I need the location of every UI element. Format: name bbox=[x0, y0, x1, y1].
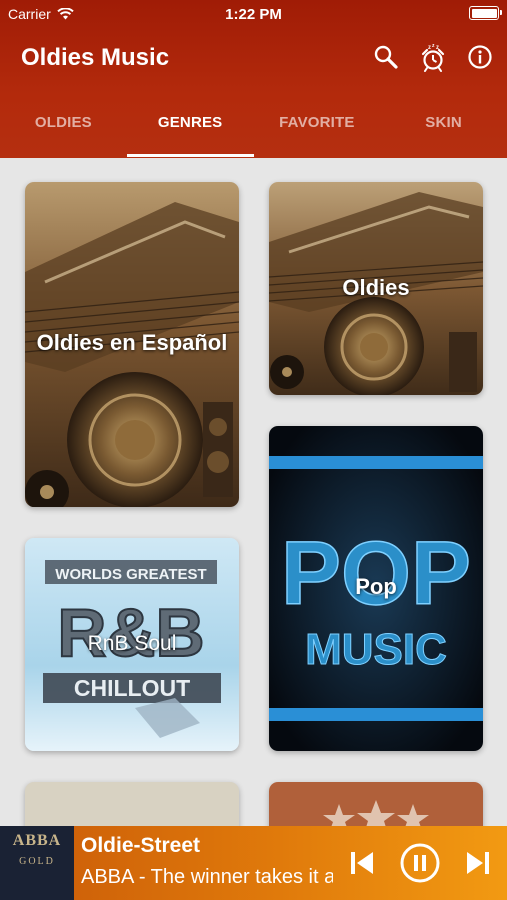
svg-text:z: z bbox=[428, 45, 431, 51]
info-button[interactable] bbox=[465, 42, 495, 72]
album-art-subtitle: GOLD bbox=[19, 856, 55, 867]
genre-card-oldies[interactable]: Oldies bbox=[269, 182, 483, 395]
app-header: Carrier 1:22 PM Oldies Music z z z OLDIE… bbox=[0, 0, 507, 158]
svg-text:z: z bbox=[432, 43, 435, 49]
search-icon bbox=[374, 45, 398, 69]
track-subtitle: ABBA - The winner takes it all bbox=[81, 866, 333, 888]
next-icon bbox=[467, 852, 489, 874]
next-button[interactable] bbox=[456, 841, 500, 885]
genre-label: RnB Soul bbox=[87, 632, 177, 655]
tab-oldies[interactable]: OLDIES bbox=[0, 100, 127, 158]
tab-bar: OLDIES GENRES FAVORITE SKIN bbox=[0, 100, 507, 158]
pause-icon bbox=[400, 843, 440, 883]
status-bar: Carrier 1:22 PM bbox=[0, 0, 507, 28]
app-screen: Carrier 1:22 PM Oldies Music z z z OLDIE… bbox=[0, 0, 507, 900]
art-text-line: WORLDS GREATEST bbox=[55, 566, 206, 583]
tab-skin[interactable]: SKIN bbox=[380, 100, 507, 158]
genre-label: Oldies en Español bbox=[36, 330, 228, 355]
genre-label: Oldies bbox=[342, 275, 410, 300]
search-button[interactable] bbox=[371, 42, 401, 72]
previous-icon bbox=[351, 852, 373, 874]
mini-player[interactable]: ABBA GOLD Oldie-Street ABBA - The winner… bbox=[0, 826, 507, 900]
album-art-title: ABBA bbox=[12, 832, 62, 849]
info-icon bbox=[468, 45, 492, 69]
album-art: ABBA GOLD bbox=[0, 826, 74, 900]
genre-card-rnb-soul[interactable]: WORLDS GREATEST R&B CHILLOUT RnB Soul bbox=[25, 538, 239, 751]
tab-genres[interactable]: GENRES bbox=[126, 100, 254, 158]
previous-button[interactable] bbox=[340, 841, 384, 885]
pause-button[interactable] bbox=[398, 841, 442, 885]
sleep-timer-button[interactable]: z z z bbox=[418, 42, 448, 72]
art-text-line: MUSIC bbox=[305, 625, 447, 674]
app-title: Oldies Music bbox=[21, 44, 170, 71]
genre-card-pop[interactable]: POP MUSIC Pop bbox=[269, 426, 483, 751]
tab-favorite[interactable]: FAVORITE bbox=[254, 100, 381, 158]
genre-label: Pop bbox=[355, 574, 397, 599]
sleep-alarm-icon: z z z bbox=[421, 43, 445, 72]
battery-icon bbox=[469, 6, 502, 20]
genre-card-oldies-espanol[interactable]: Oldies en Español bbox=[25, 182, 239, 507]
status-time: 1:22 PM bbox=[225, 6, 282, 23]
track-title: Oldie-Street bbox=[81, 834, 201, 857]
art-text-line: CHILLOUT bbox=[74, 675, 190, 701]
